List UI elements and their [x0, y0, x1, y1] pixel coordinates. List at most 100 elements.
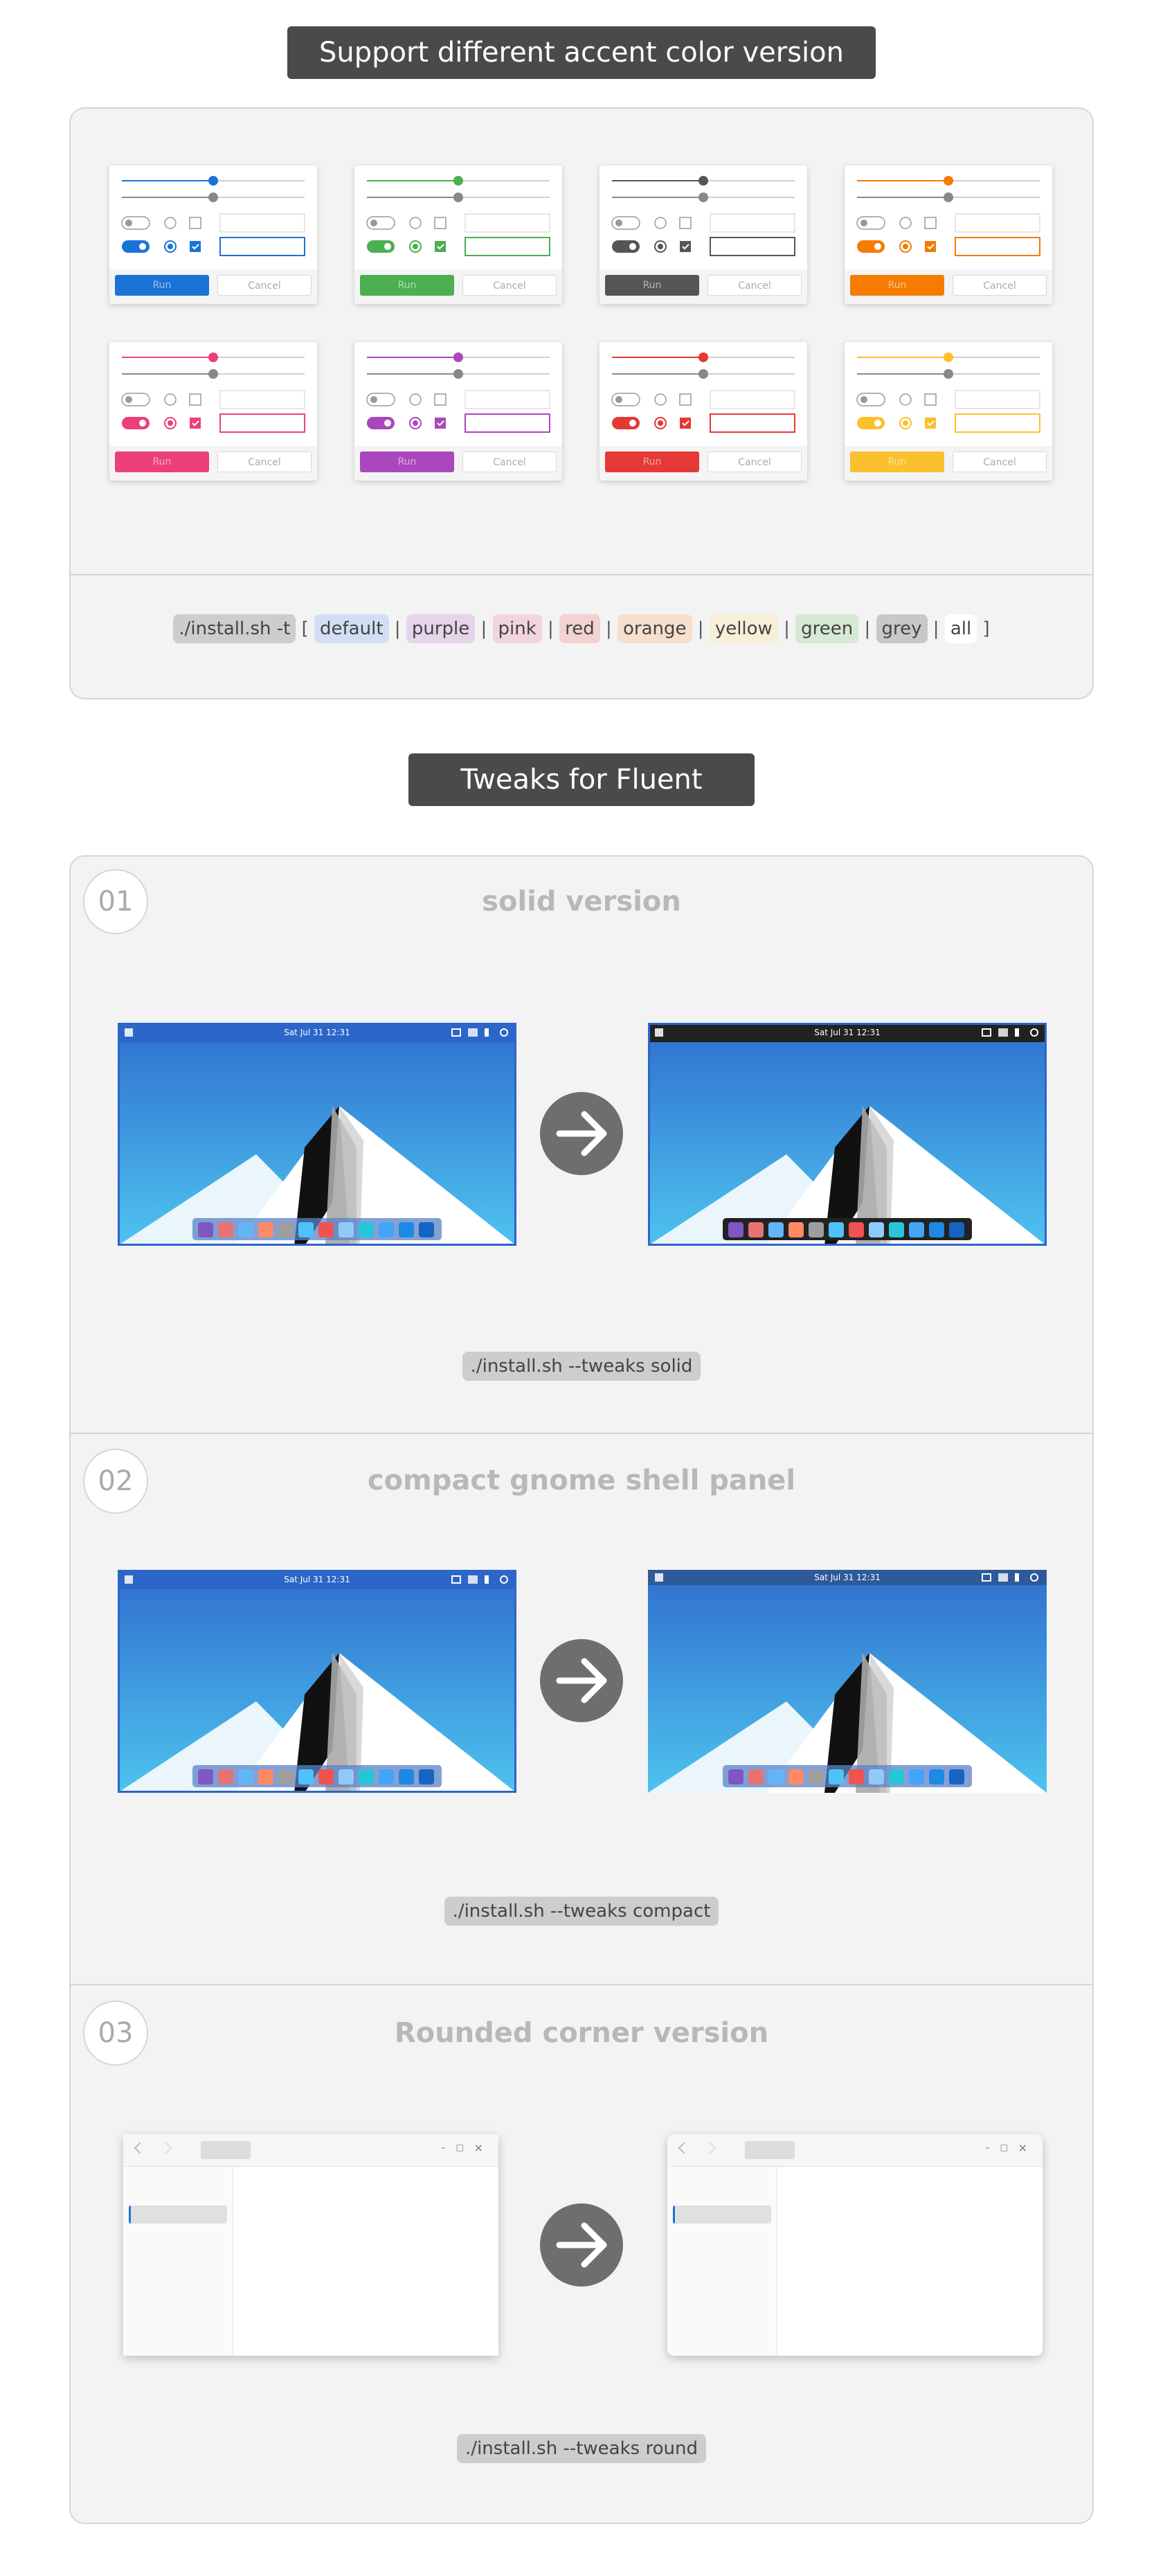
checkbox-on: [680, 241, 691, 252]
system-tray-icons[interactable]: [976, 1573, 1038, 1582]
sidebar: [123, 2167, 233, 2356]
slider-handle: [698, 369, 708, 379]
widget-preview: [856, 352, 1040, 433]
volume-icon: [485, 1028, 493, 1037]
screen-icon: [451, 1575, 461, 1584]
screen-icon: [982, 1573, 991, 1582]
entry-focused: [710, 237, 795, 256]
command-compact: ./install.sh --tweaks compact: [71, 1897, 1092, 1926]
radio-off: [654, 217, 667, 229]
slider-handle: [208, 352, 218, 362]
checkbox-on: [925, 241, 936, 252]
widget-preview: [856, 176, 1040, 256]
desktop-screenshot: [118, 1570, 516, 1793]
sidebar-selected-item[interactable]: [129, 2206, 227, 2224]
system-tray-icons[interactable]: [976, 1028, 1038, 1037]
option-separator: |: [599, 618, 617, 639]
option-purple: purple: [406, 614, 476, 643]
slider-handle: [208, 369, 218, 379]
system-tray-icons[interactable]: [446, 1028, 508, 1037]
arrow-right-icon: [540, 1639, 623, 1722]
widget-preview: [611, 176, 795, 256]
folder-icon: [468, 1575, 478, 1584]
run-button[interactable]: Run: [605, 275, 699, 296]
option-separator: |: [475, 618, 493, 639]
run-button[interactable]: Run: [605, 451, 699, 472]
desktop-before: Sat Jul 31 12:31: [118, 1023, 516, 1246]
entry-off: [465, 390, 550, 409]
widget-preview: [366, 352, 550, 433]
volume-icon: [485, 1575, 493, 1584]
widget-preview: [121, 352, 305, 433]
section-divider: [71, 1433, 1092, 1434]
close-button[interactable]: ×: [1018, 2141, 1027, 2154]
accent-card-pink: Run Cancel: [109, 342, 317, 481]
radio-off: [164, 393, 177, 406]
panel-divider: [71, 574, 1092, 575]
radio-off: [409, 393, 422, 406]
desktop-screenshot: [648, 1570, 1047, 1793]
cancel-button[interactable]: Cancel: [707, 451, 802, 472]
run-button[interactable]: Run: [360, 451, 454, 472]
slider-handle: [453, 176, 463, 186]
slider-handle: [208, 176, 218, 186]
arrow-glyph: [556, 2222, 607, 2268]
desktop-screenshot: [648, 1023, 1047, 1246]
checkbox-off: [924, 217, 937, 229]
run-button[interactable]: Run: [115, 275, 209, 296]
cancel-button[interactable]: Cancel: [217, 451, 312, 472]
option-grey: grey: [876, 614, 928, 643]
cancel-button[interactable]: Cancel: [953, 275, 1047, 296]
desktop-before: Sat Jul 31 12:31: [118, 1570, 516, 1793]
option-separator: |: [858, 618, 876, 639]
slider-handle: [698, 352, 708, 362]
command-round: ./install.sh --tweaks round: [71, 2434, 1092, 2463]
content-area: [233, 2167, 498, 2356]
cancel-button[interactable]: Cancel: [462, 275, 557, 296]
checkbox-off: [679, 393, 692, 406]
option-separator: |: [388, 618, 406, 639]
folder-icon: [998, 1028, 1008, 1037]
close-button[interactable]: ×: [474, 2141, 483, 2154]
arrow-glyph: [556, 1658, 607, 1703]
section-title: compact gnome shell panel: [367, 1465, 796, 1496]
cancel-button[interactable]: Cancel: [953, 451, 1047, 472]
section-divider: [71, 1984, 1092, 1985]
window-after-round: – □ ×: [667, 2134, 1043, 2356]
option-orange: orange: [617, 614, 692, 643]
entry-off: [710, 213, 795, 233]
radio-off: [164, 217, 177, 229]
install-accent-command: ./install.sh -t [ default | purple | pin…: [71, 614, 1092, 643]
run-button[interactable]: Run: [850, 451, 944, 472]
screen-icon: [982, 1028, 991, 1037]
slider-handle: [453, 193, 463, 202]
cancel-button[interactable]: Cancel: [462, 451, 557, 472]
radio-off: [899, 217, 912, 229]
screen-icon: [451, 1028, 461, 1037]
minimize-button[interactable]: –: [441, 2143, 446, 2154]
slider-handle: [698, 176, 708, 186]
cancel-button[interactable]: Cancel: [217, 275, 312, 296]
path-bar[interactable]: [745, 2141, 795, 2159]
power-icon: [500, 1575, 508, 1584]
run-button[interactable]: Run: [850, 275, 944, 296]
window-before: – □ ×: [123, 2134, 498, 2356]
path-bar[interactable]: [201, 2141, 251, 2159]
system-tray-icons[interactable]: [446, 1575, 508, 1584]
content-area: [777, 2167, 1043, 2356]
minimize-button[interactable]: –: [985, 2143, 990, 2154]
volume-icon: [1015, 1573, 1023, 1582]
option-separator: |: [541, 618, 560, 639]
maximize-button[interactable]: □: [1000, 2143, 1008, 2152]
sidebar-selected-item[interactable]: [673, 2206, 771, 2224]
slider-handle: [698, 193, 708, 202]
slider-handle: [944, 352, 953, 362]
cancel-button[interactable]: Cancel: [707, 275, 802, 296]
option-separator: |: [692, 618, 710, 639]
run-button[interactable]: Run: [115, 451, 209, 472]
run-button[interactable]: Run: [360, 275, 454, 296]
maximize-button[interactable]: □: [456, 2143, 464, 2152]
radio-off: [899, 393, 912, 406]
folder-icon: [998, 1573, 1008, 1582]
option-green: green: [795, 614, 859, 643]
